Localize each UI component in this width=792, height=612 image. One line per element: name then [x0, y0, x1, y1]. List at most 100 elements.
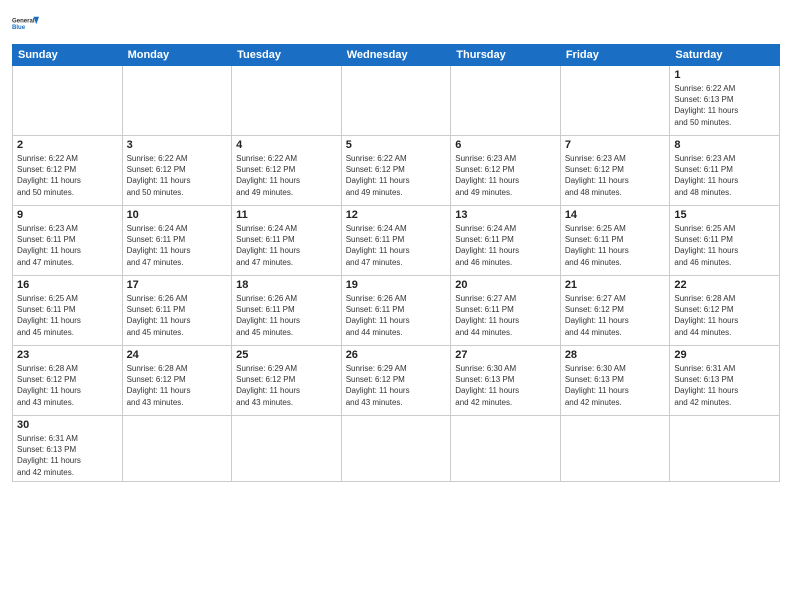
day-number: 11 [236, 209, 337, 221]
calendar-day-cell: 4 Sunrise: 6:22 AM Sunset: 6:12 PM Daylig… [232, 136, 342, 206]
day-number: 13 [455, 209, 556, 221]
calendar-day-cell: 3 Sunrise: 6:22 AM Sunset: 6:12 PM Daylig… [122, 136, 232, 206]
calendar-day-cell: 20 Sunrise: 6:27 AM Sunset: 6:11 PM Dayli… [451, 276, 561, 346]
day-info: Sunrise: 6:26 AM Sunset: 6:11 PM Dayligh… [127, 293, 228, 338]
day-info: Sunrise: 6:30 AM Sunset: 6:13 PM Dayligh… [455, 363, 556, 408]
calendar-week-row: 16 Sunrise: 6:25 AM Sunset: 6:11 PM Dayli… [13, 276, 780, 346]
day-info: Sunrise: 6:23 AM Sunset: 6:11 PM Dayligh… [17, 223, 118, 268]
calendar-header-tuesday: Tuesday [232, 45, 342, 66]
day-info: Sunrise: 6:28 AM Sunset: 6:12 PM Dayligh… [127, 363, 228, 408]
day-info: Sunrise: 6:27 AM Sunset: 6:12 PM Dayligh… [565, 293, 666, 338]
day-number: 17 [127, 279, 228, 291]
day-number: 7 [565, 139, 666, 151]
day-number: 10 [127, 209, 228, 221]
day-info: Sunrise: 6:29 AM Sunset: 6:12 PM Dayligh… [236, 363, 337, 408]
calendar-week-row: 1 Sunrise: 6:22 AM Sunset: 6:13 PM Daylig… [13, 66, 780, 136]
calendar-day-cell: 27 Sunrise: 6:30 AM Sunset: 6:13 PM Dayli… [451, 346, 561, 416]
calendar-day-cell [560, 416, 670, 482]
day-number: 21 [565, 279, 666, 291]
calendar-day-cell: 2 Sunrise: 6:22 AM Sunset: 6:12 PM Daylig… [13, 136, 123, 206]
calendar-header-monday: Monday [122, 45, 232, 66]
calendar-day-cell: 6 Sunrise: 6:23 AM Sunset: 6:12 PM Daylig… [451, 136, 561, 206]
calendar-day-cell: 11 Sunrise: 6:24 AM Sunset: 6:11 PM Dayli… [232, 206, 342, 276]
calendar-day-cell [122, 416, 232, 482]
day-info: Sunrise: 6:22 AM Sunset: 6:12 PM Dayligh… [346, 153, 447, 198]
day-number: 28 [565, 349, 666, 361]
day-number: 9 [17, 209, 118, 221]
calendar-day-cell: 17 Sunrise: 6:26 AM Sunset: 6:11 PM Dayli… [122, 276, 232, 346]
calendar-week-row: 2 Sunrise: 6:22 AM Sunset: 6:12 PM Daylig… [13, 136, 780, 206]
calendar-day-cell [341, 66, 451, 136]
calendar-day-cell [122, 66, 232, 136]
day-info: Sunrise: 6:22 AM Sunset: 6:12 PM Dayligh… [236, 153, 337, 198]
day-info: Sunrise: 6:27 AM Sunset: 6:11 PM Dayligh… [455, 293, 556, 338]
day-number: 1 [674, 69, 775, 81]
day-info: Sunrise: 6:23 AM Sunset: 6:12 PM Dayligh… [565, 153, 666, 198]
calendar-week-row: 9 Sunrise: 6:23 AM Sunset: 6:11 PM Daylig… [13, 206, 780, 276]
day-number: 8 [674, 139, 775, 151]
day-number: 2 [17, 139, 118, 151]
calendar-day-cell [560, 66, 670, 136]
day-info: Sunrise: 6:25 AM Sunset: 6:11 PM Dayligh… [674, 223, 775, 268]
day-number: 4 [236, 139, 337, 151]
day-number: 20 [455, 279, 556, 291]
day-info: Sunrise: 6:29 AM Sunset: 6:12 PM Dayligh… [346, 363, 447, 408]
day-info: Sunrise: 6:26 AM Sunset: 6:11 PM Dayligh… [236, 293, 337, 338]
calendar-header-row: SundayMondayTuesdayWednesdayThursdayFrid… [13, 45, 780, 66]
day-info: Sunrise: 6:24 AM Sunset: 6:11 PM Dayligh… [236, 223, 337, 268]
day-number: 16 [17, 279, 118, 291]
calendar-day-cell: 10 Sunrise: 6:24 AM Sunset: 6:11 PM Dayli… [122, 206, 232, 276]
day-info: Sunrise: 6:30 AM Sunset: 6:13 PM Dayligh… [565, 363, 666, 408]
day-info: Sunrise: 6:22 AM Sunset: 6:13 PM Dayligh… [674, 83, 775, 128]
calendar-day-cell: 18 Sunrise: 6:26 AM Sunset: 6:11 PM Dayli… [232, 276, 342, 346]
calendar-day-cell: 19Sunrise: 6:26 AM Sunset: 6:11 PM Dayli… [341, 276, 451, 346]
calendar-day-cell: 22 Sunrise: 6:28 AM Sunset: 6:12 PM Dayli… [670, 276, 780, 346]
day-info: Sunrise: 6:23 AM Sunset: 6:11 PM Dayligh… [674, 153, 775, 198]
calendar-day-cell [670, 416, 780, 482]
header: GeneralBlue [12, 10, 780, 38]
calendar-header-sunday: Sunday [13, 45, 123, 66]
calendar-day-cell: 7 Sunrise: 6:23 AM Sunset: 6:12 PM Daylig… [560, 136, 670, 206]
day-info: Sunrise: 6:24 AM Sunset: 6:11 PM Dayligh… [455, 223, 556, 268]
calendar-header-friday: Friday [560, 45, 670, 66]
day-number: 6 [455, 139, 556, 151]
day-info: Sunrise: 6:22 AM Sunset: 6:12 PM Dayligh… [17, 153, 118, 198]
calendar-day-cell: 1 Sunrise: 6:22 AM Sunset: 6:13 PM Daylig… [670, 66, 780, 136]
day-number: 25 [236, 349, 337, 361]
day-info: Sunrise: 6:31 AM Sunset: 6:13 PM Dayligh… [674, 363, 775, 408]
calendar-day-cell: 13 Sunrise: 6:24 AM Sunset: 6:11 PM Dayli… [451, 206, 561, 276]
day-info: Sunrise: 6:22 AM Sunset: 6:12 PM Dayligh… [127, 153, 228, 198]
calendar-day-cell: 16 Sunrise: 6:25 AM Sunset: 6:11 PM Dayli… [13, 276, 123, 346]
day-number: 5 [346, 139, 447, 151]
calendar-week-row: 23 Sunrise: 6:28 AM Sunset: 6:12 PM Dayli… [13, 346, 780, 416]
day-number: 18 [236, 279, 337, 291]
calendar-day-cell: 28 Sunrise: 6:30 AM Sunset: 6:13 PM Dayli… [560, 346, 670, 416]
day-number: 24 [127, 349, 228, 361]
calendar-day-cell [451, 416, 561, 482]
calendar-day-cell [232, 66, 342, 136]
day-info: Sunrise: 6:24 AM Sunset: 6:11 PM Dayligh… [127, 223, 228, 268]
day-info: Sunrise: 6:23 AM Sunset: 6:12 PM Dayligh… [455, 153, 556, 198]
day-number: 26 [346, 349, 447, 361]
calendar-day-cell [232, 416, 342, 482]
calendar-day-cell: 8 Sunrise: 6:23 AM Sunset: 6:11 PM Daylig… [670, 136, 780, 206]
calendar-day-cell [341, 416, 451, 482]
day-number: 12 [346, 209, 447, 221]
day-number: 15 [674, 209, 775, 221]
day-info: Sunrise: 6:25 AM Sunset: 6:11 PM Dayligh… [17, 293, 118, 338]
svg-text:Blue: Blue [12, 25, 26, 31]
day-info: Sunrise: 6:28 AM Sunset: 6:12 PM Dayligh… [674, 293, 775, 338]
calendar-day-cell [451, 66, 561, 136]
calendar-day-cell [13, 66, 123, 136]
calendar-day-cell: 21 Sunrise: 6:27 AM Sunset: 6:12 PM Dayli… [560, 276, 670, 346]
day-number: 22 [674, 279, 775, 291]
day-number: 23 [17, 349, 118, 361]
day-number: 27 [455, 349, 556, 361]
calendar-day-cell: 9 Sunrise: 6:23 AM Sunset: 6:11 PM Daylig… [13, 206, 123, 276]
day-number: 29 [674, 349, 775, 361]
day-info: Sunrise: 6:25 AM Sunset: 6:11 PM Dayligh… [565, 223, 666, 268]
calendar-day-cell: 24 Sunrise: 6:28 AM Sunset: 6:12 PM Dayli… [122, 346, 232, 416]
calendar-week-row: 30Sunrise: 6:31 AM Sunset: 6:13 PM Dayli… [13, 416, 780, 482]
calendar-header-saturday: Saturday [670, 45, 780, 66]
day-number: 3 [127, 139, 228, 151]
